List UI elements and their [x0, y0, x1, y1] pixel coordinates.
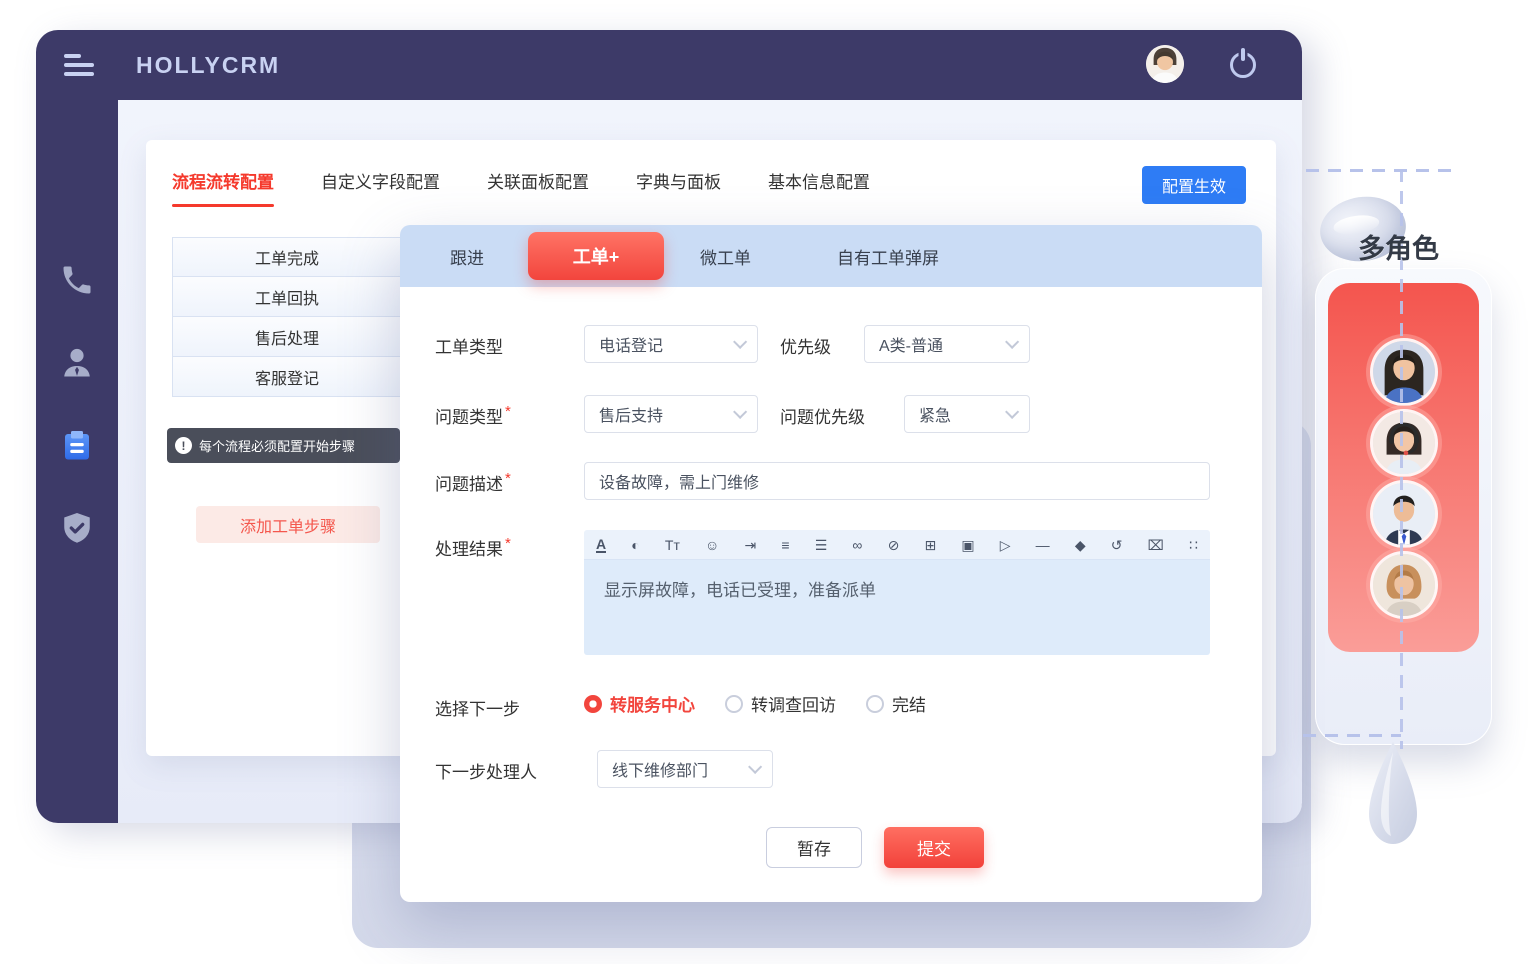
radio-dot-icon — [866, 695, 884, 713]
hr-icon[interactable]: — — [1036, 538, 1050, 552]
tab-process-flow[interactable]: 流程流转配置 — [172, 168, 274, 207]
shield-check-icon[interactable] — [59, 510, 95, 546]
dashed-line-bottom — [1303, 734, 1401, 737]
radio-transfer-service-center[interactable]: 转服务中心 — [584, 691, 695, 716]
role-avatar-female-agent — [1373, 341, 1435, 403]
list-icon[interactable]: ☰ — [815, 538, 828, 552]
tab-custom-fields[interactable]: 自定义字段配置 — [321, 168, 440, 207]
radio-finish[interactable]: 完结 — [866, 691, 926, 716]
user-avatar[interactable] — [1146, 45, 1184, 83]
workflow-step-label: 售后处理 — [255, 325, 319, 349]
page-tab-bar: 流程流转配置 自定义字段配置 关联面板配置 字典与面板 基本信息配置 — [172, 168, 870, 207]
ticket-type-label: 工单类型 — [435, 333, 503, 358]
role-avatar-headset-agent — [1373, 412, 1435, 474]
table-icon[interactable]: ⊞ — [924, 538, 936, 552]
ticket-modal: 跟进 工单+ 微工单 自有工单弹屏 工单类型 电话登记 优先级 A类-普通 问题… — [400, 225, 1262, 902]
chevron-down-icon — [733, 405, 747, 419]
issue-desc-input[interactable]: 设备故障，需上门维修 — [584, 462, 1210, 500]
chevron-down-icon — [1005, 335, 1019, 349]
app-title: HOLLYCRM — [136, 52, 280, 79]
next-step-label: 选择下一步 — [435, 695, 520, 720]
workflow-step[interactable]: 售后处理 — [172, 317, 402, 357]
drop-decoration — [1362, 740, 1424, 867]
ticket-type-select[interactable]: 电话登记 — [584, 325, 758, 363]
link-icon[interactable]: ∞ — [852, 538, 862, 552]
priority-label: 优先级 — [780, 333, 831, 358]
workflow-step[interactable]: 工单完成 — [172, 237, 402, 277]
screen: HOLLYCRM — [0, 0, 1537, 964]
notice-text: 每个流程必须配置开始步骤 — [199, 436, 355, 455]
video-icon[interactable]: ▷ — [1000, 538, 1011, 552]
workflow-step-label: 工单完成 — [255, 245, 319, 269]
power-icon[interactable] — [1230, 52, 1256, 78]
editor-toolbar: A ◐ Tт ☺ ⇥ ≡ ☰ ∞ ⊘ ⊞ ▣ ▷ — ◆ ↺ ⌧ ∷ — [584, 530, 1210, 560]
tab-linked-panel[interactable]: 关联面板配置 — [487, 168, 589, 207]
issue-type-label: 问题类型* — [435, 403, 511, 428]
notice-toast: ! 每个流程必须配置开始步骤 — [167, 428, 400, 463]
undo-icon[interactable]: ↺ — [1111, 538, 1123, 552]
chevron-down-icon — [1005, 405, 1019, 419]
multi-role-panel — [1315, 268, 1492, 745]
font-size-icon[interactable]: Tт — [665, 538, 680, 552]
tab-micro-ticket[interactable]: 微工单 — [700, 225, 751, 287]
issue-desc-label: 问题描述* — [435, 470, 511, 495]
align-icon[interactable]: ≡ — [781, 538, 789, 552]
modal-tab-bar: 跟进 工单+ 微工单 自有工单弹屏 — [400, 225, 1262, 287]
issue-priority-label: 问题优先级 — [780, 403, 865, 428]
next-step-radio-group: 转服务中心 转调查回访 完结 — [584, 691, 926, 716]
multi-role-label: 多角色 — [1358, 227, 1439, 266]
radio-dot-icon — [584, 695, 602, 713]
add-step-button[interactable]: 添加工单步骤 — [196, 506, 380, 543]
next-handler-select[interactable]: 线下维修部门 — [597, 750, 773, 788]
emoji-icon[interactable]: ☺ — [705, 538, 719, 552]
tab-own-ticket-popup[interactable]: 自有工单弹屏 — [837, 225, 939, 287]
result-label: 处理结果* — [435, 535, 511, 560]
chevron-down-icon — [748, 760, 762, 774]
role-avatar-female-staff — [1373, 554, 1435, 616]
result-editor[interactable]: A ◐ Tт ☺ ⇥ ≡ ☰ ∞ ⊘ ⊞ ▣ ▷ — ◆ ↺ ⌧ ∷ 显示屏故障，电话已受理，准备派单 — [584, 530, 1210, 655]
workflow-step[interactable]: 客服登记 — [172, 357, 402, 397]
next-handler-label: 下一步处理人 — [435, 758, 537, 783]
tab-basic-info[interactable]: 基本信息配置 — [768, 168, 870, 207]
workflow-step[interactable]: 工单回执 — [172, 277, 402, 317]
issue-priority-select[interactable]: 紧急 — [904, 395, 1030, 433]
unlink-icon[interactable]: ⊘ — [888, 538, 900, 552]
warning-icon: ! — [175, 437, 192, 454]
clipboard-icon[interactable] — [59, 428, 95, 464]
menu-icon[interactable] — [64, 54, 96, 78]
phone-icon[interactable] — [59, 262, 95, 298]
role-list-panel — [1328, 283, 1479, 652]
tab-follow-up[interactable]: 跟进 — [450, 225, 484, 287]
sidebar — [36, 100, 118, 823]
radio-transfer-survey-callback[interactable]: 转调查回访 — [725, 691, 836, 716]
priority-select[interactable]: A类-普通 — [864, 325, 1030, 363]
submit-button[interactable]: 提交 — [884, 827, 984, 868]
eraser-icon[interactable]: ◆ — [1075, 538, 1086, 552]
workflow-step-list: 工单完成工单回执售后处理客服登记 — [172, 237, 402, 397]
save-draft-button[interactable]: 暂存 — [766, 827, 862, 868]
workflow-step-label: 工单回执 — [255, 285, 319, 309]
dashed-line-top — [1306, 169, 1458, 172]
issue-type-select[interactable]: 售后支持 — [584, 395, 758, 433]
editor-content[interactable]: 显示屏故障，电话已受理，准备派单 — [584, 560, 1210, 655]
delete-icon[interactable]: ⌧ — [1148, 538, 1164, 552]
tab-ticket-plus[interactable]: 工单+ — [528, 232, 664, 280]
user-icon[interactable] — [59, 345, 95, 381]
chevron-down-icon — [733, 335, 747, 349]
palette-icon[interactable]: ◐ — [631, 538, 639, 552]
fullscreen-icon[interactable]: ∷ — [1189, 538, 1198, 552]
radio-dot-icon — [725, 695, 743, 713]
apply-config-button[interactable]: 配置生效 — [1142, 166, 1246, 204]
workflow-step-label: 客服登记 — [255, 365, 319, 389]
font-style-icon[interactable]: A — [596, 537, 606, 553]
role-avatar-male-manager — [1373, 483, 1435, 545]
image-icon[interactable]: ▣ — [961, 538, 974, 552]
tab-dictionary-panel[interactable]: 字典与面板 — [636, 168, 721, 207]
indent-icon[interactable]: ⇥ — [744, 538, 756, 552]
app-header: HOLLYCRM — [36, 30, 1302, 100]
